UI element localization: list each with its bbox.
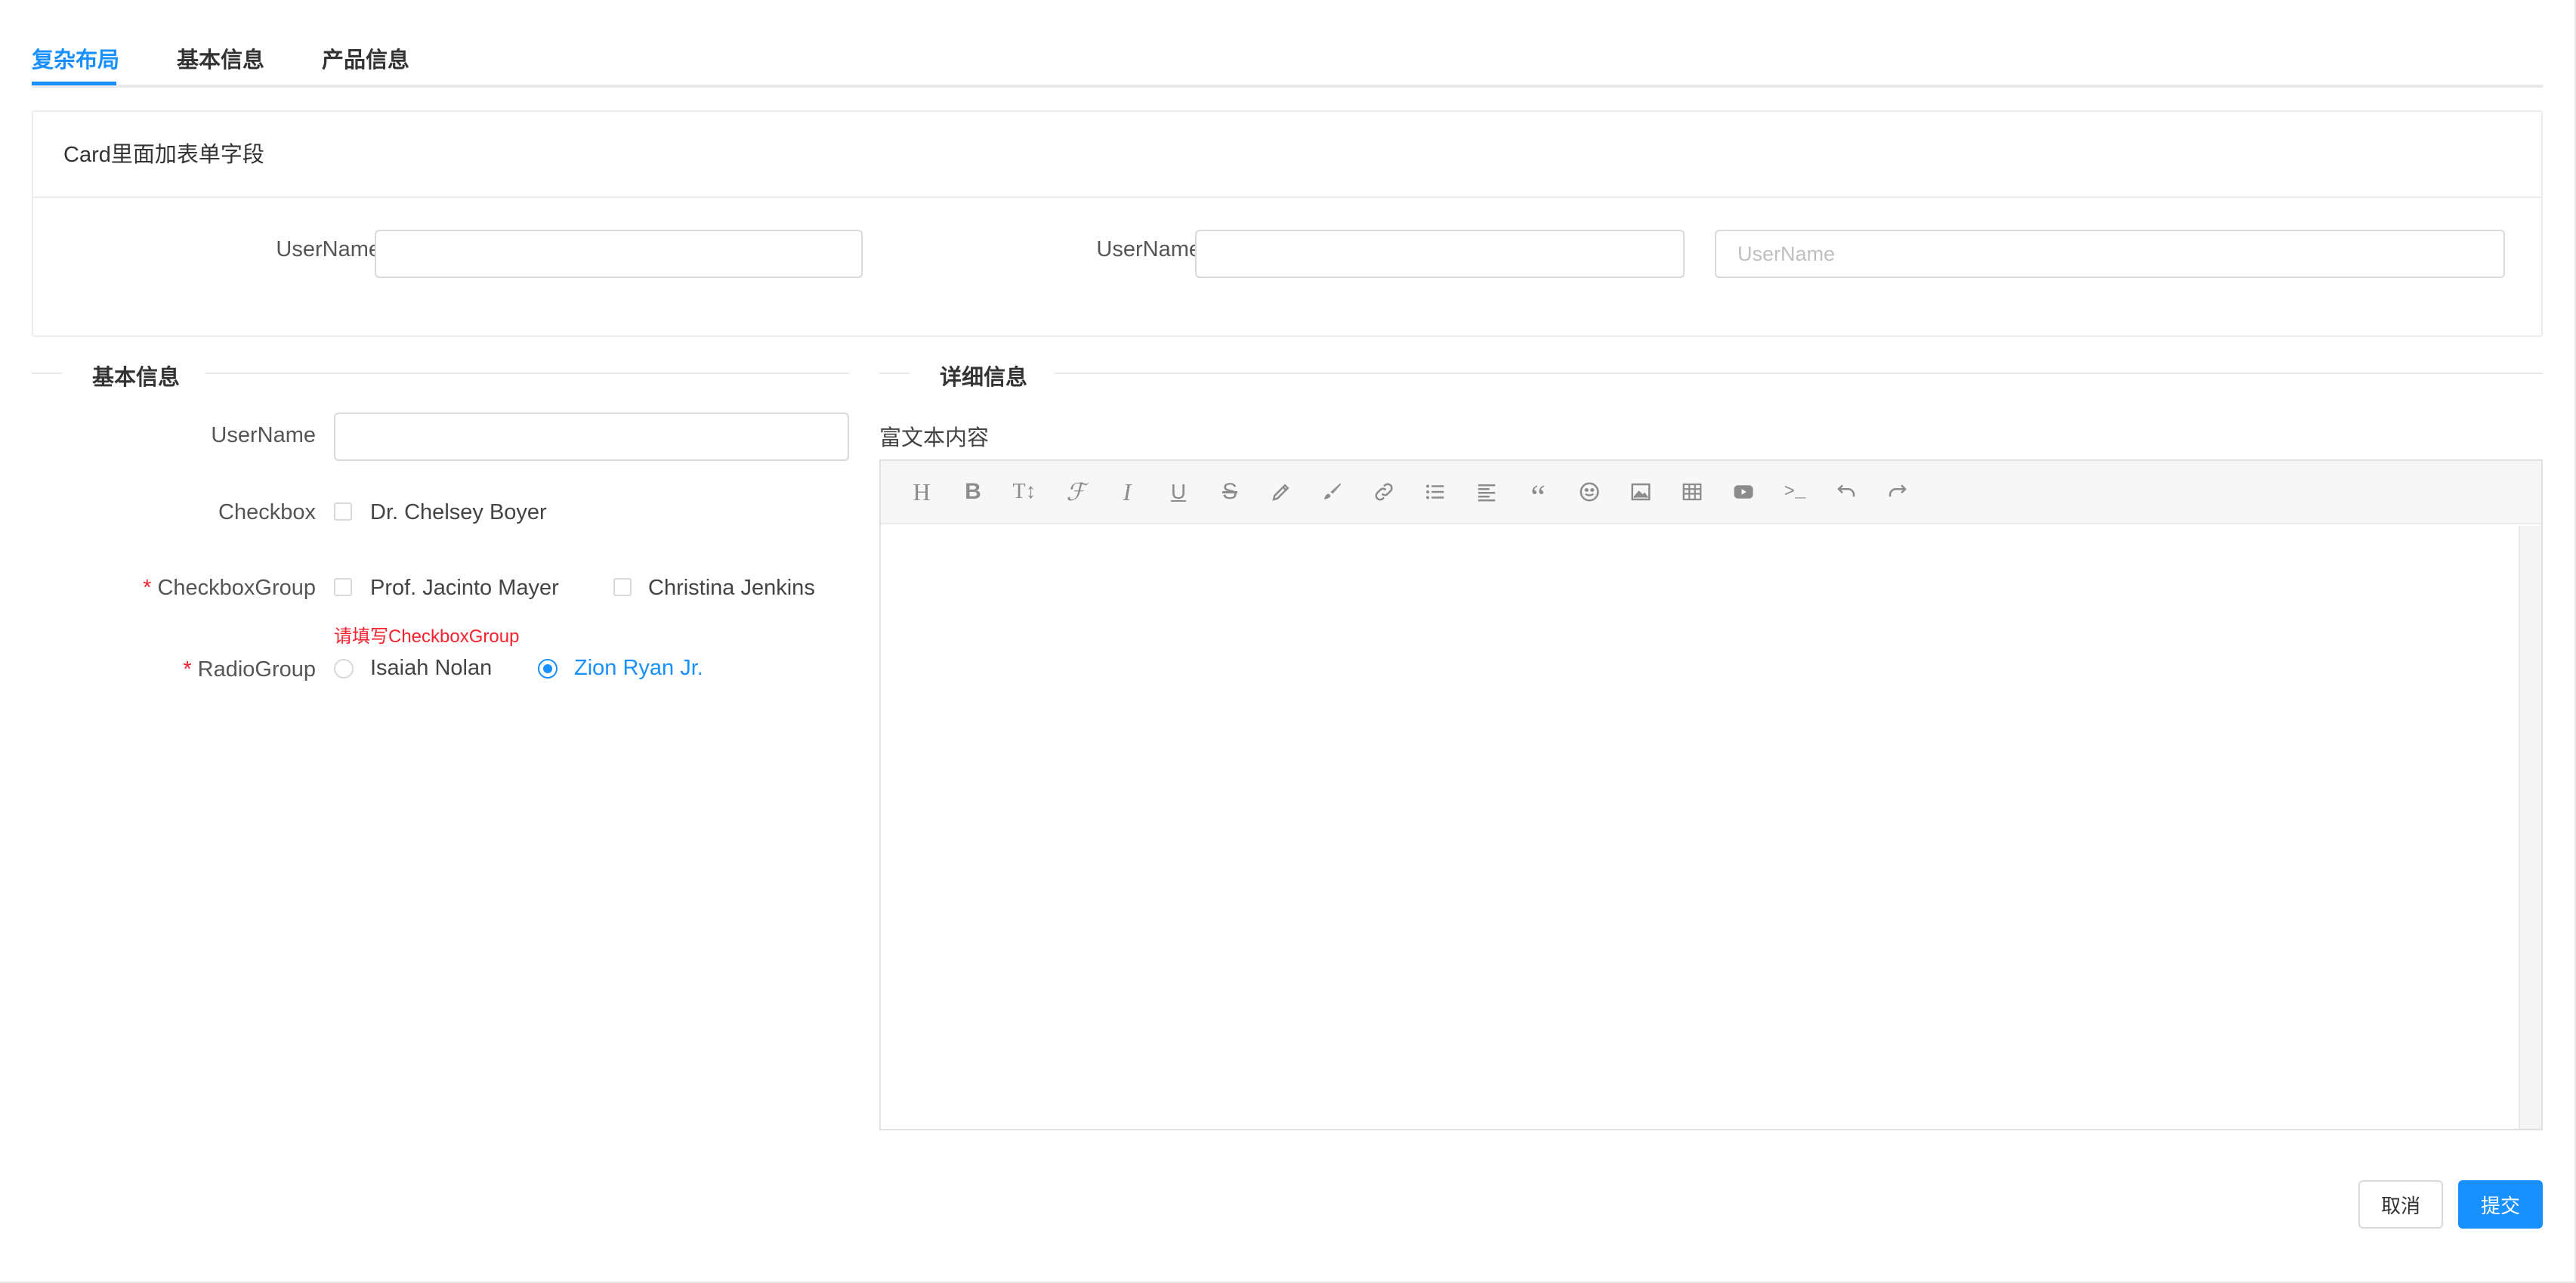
emoji-icon[interactable] (1564, 469, 1615, 515)
editor-toolbar: H B T↕ ℱ I U S “ >_ (881, 461, 2541, 524)
table-icon[interactable] (1666, 469, 1718, 515)
checkbox-group-error: 请填写CheckboxGroup (334, 626, 520, 647)
underline-icon[interactable]: U (1153, 469, 1204, 515)
italic-icon[interactable]: I (1101, 469, 1153, 515)
tab-basic-info[interactable]: 基本信息 (177, 42, 264, 74)
checkbox-dr-chelsey-boyer[interactable] (334, 502, 352, 521)
active-tab-indicator (32, 82, 116, 85)
required-mark: * (143, 576, 152, 600)
heading-icon[interactable]: H (896, 469, 947, 515)
redo-icon[interactable] (1872, 469, 1923, 515)
checkbox-group-option-2[interactable]: Christina Jenkins (648, 576, 815, 601)
list-icon[interactable] (1410, 469, 1461, 515)
checkbox-christina-jenkins[interactable] (613, 578, 632, 596)
detail-divider-line-right (1055, 373, 2543, 374)
radio-group-label: * RadioGroup (76, 657, 316, 682)
radio-isaiah-nolan[interactable] (334, 659, 354, 679)
tab-product-info[interactable]: 产品信息 (322, 42, 409, 74)
card-username-input-2[interactable] (1195, 230, 1685, 278)
highlight-icon[interactable] (1256, 469, 1307, 515)
radio-option-2[interactable]: Zion Ryan Jr. (574, 656, 703, 681)
radio-option-1[interactable]: Isaiah Nolan (370, 656, 492, 681)
rich-text-editor: H B T↕ ℱ I U S “ >_ (879, 459, 2543, 1130)
checkbox-label: Checkbox (218, 500, 316, 524)
basic-divider-line-right (205, 373, 849, 374)
checkbox-option-label[interactable]: Dr. Chelsey Boyer (370, 500, 547, 525)
video-icon[interactable] (1718, 469, 1769, 515)
color-brush-icon[interactable] (1307, 469, 1358, 515)
radio-group-label-text: RadioGroup (197, 657, 316, 682)
basic-divider-line-left (32, 373, 62, 374)
submit-button[interactable]: 提交 (2458, 1180, 2543, 1229)
detail-info-divider: 详细信息 (940, 366, 1028, 390)
strikethrough-icon[interactable]: S (1204, 469, 1256, 515)
editor-scrollbar[interactable] (2519, 526, 2541, 1129)
align-icon[interactable] (1461, 469, 1512, 515)
quote-icon[interactable]: “ (1512, 469, 1564, 515)
bold-icon[interactable]: B (947, 469, 999, 515)
radio-zion-ryan-jr[interactable] (538, 659, 558, 679)
checkbox-group-label: * CheckboxGroup (76, 576, 316, 601)
checkbox-prof-jacinto-mayer[interactable] (334, 578, 352, 596)
undo-icon[interactable] (1821, 469, 1872, 515)
font-family-icon[interactable]: ℱ (1050, 469, 1101, 515)
card-form: Card里面加表单字段 UserName UserName (32, 110, 2543, 337)
detail-divider-line-left (879, 373, 910, 374)
card-username-input-3[interactable] (1715, 230, 2505, 278)
rich-text-label: 富文本内容 (879, 426, 990, 450)
card-title: Card里面加表单字段 (33, 112, 2541, 198)
card-username-label-2: UserName (1096, 237, 1201, 261)
required-mark: * (183, 657, 192, 682)
card-username-label-1: UserName (276, 237, 381, 261)
code-icon[interactable]: >_ (1769, 469, 1821, 515)
tab-bar: 复杂布局 基本信息 产品信息 (32, 0, 2543, 88)
basic-info-divider: 基本信息 (92, 366, 181, 390)
font-size-icon[interactable]: T↕ (999, 469, 1050, 515)
editor-content-area[interactable] (881, 526, 2519, 1129)
link-icon[interactable] (1358, 469, 1410, 515)
cancel-button[interactable]: 取消 (2358, 1180, 2443, 1229)
checkbox-group-label-text: CheckboxGroup (157, 576, 316, 600)
checkbox-group-option-1[interactable]: Prof. Jacinto Mayer (370, 576, 559, 601)
username-label: UserName (211, 423, 316, 447)
card-username-input-1[interactable] (375, 230, 863, 278)
image-icon[interactable] (1615, 469, 1666, 515)
tab-complex-layout[interactable]: 复杂布局 (32, 42, 119, 74)
username-input[interactable] (334, 413, 849, 461)
